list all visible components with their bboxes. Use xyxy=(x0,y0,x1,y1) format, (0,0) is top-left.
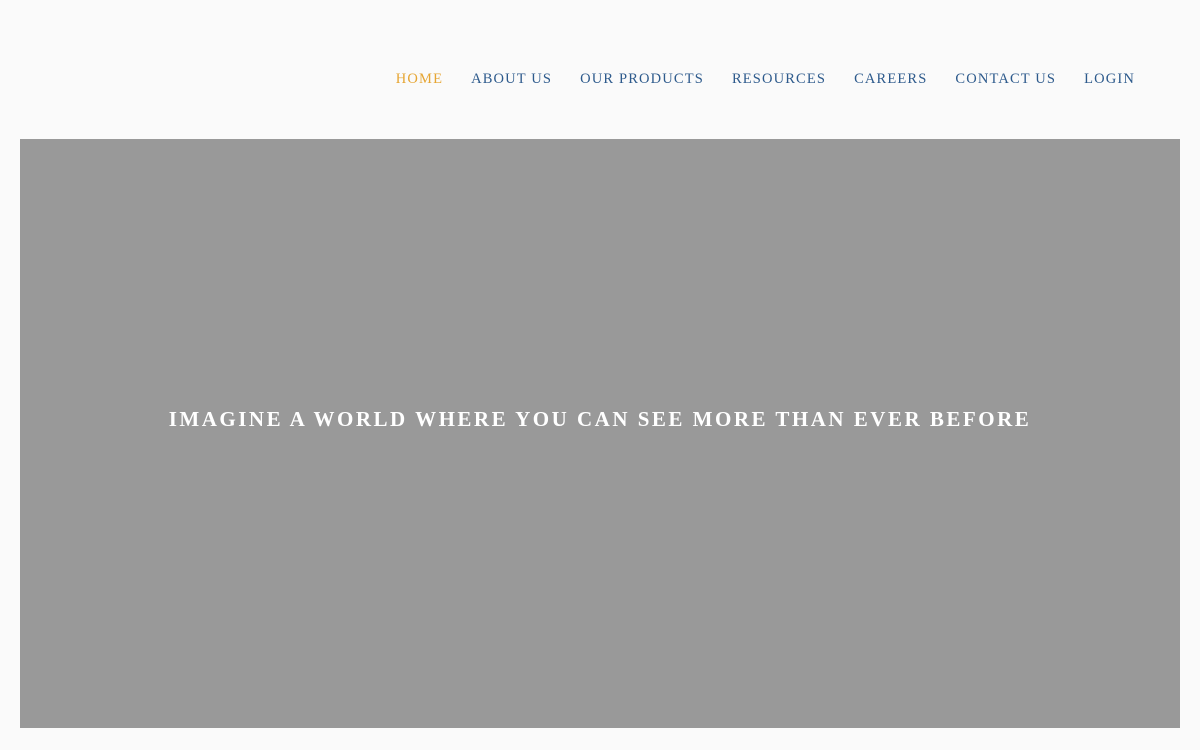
hero-title: IMAGINE A WORLD WHERE YOU CAN SEE MORE T… xyxy=(168,407,1032,431)
nav-contact-us-link[interactable]: CONTACT US xyxy=(955,70,1056,88)
hero-banner: IMAGINE A WORLD WHERE YOU CAN SEE MORE T… xyxy=(20,139,1180,728)
nav-about-us-link[interactable]: ABOUT US xyxy=(471,70,552,88)
main-navigation: HOME ABOUT US OUR PRODUCTS RESOURCES CAR… xyxy=(396,70,1135,88)
site-header: HOME ABOUT US OUR PRODUCTS RESOURCES CAR… xyxy=(0,0,1200,139)
nav-our-products-link[interactable]: OUR PRODUCTS xyxy=(580,70,704,88)
nav-careers-link[interactable]: CAREERS xyxy=(854,70,927,88)
nav-login-link[interactable]: LOGIN xyxy=(1084,70,1135,88)
nav-home-link[interactable]: HOME xyxy=(396,70,443,88)
nav-resources-link[interactable]: RESOURCES xyxy=(732,70,826,88)
